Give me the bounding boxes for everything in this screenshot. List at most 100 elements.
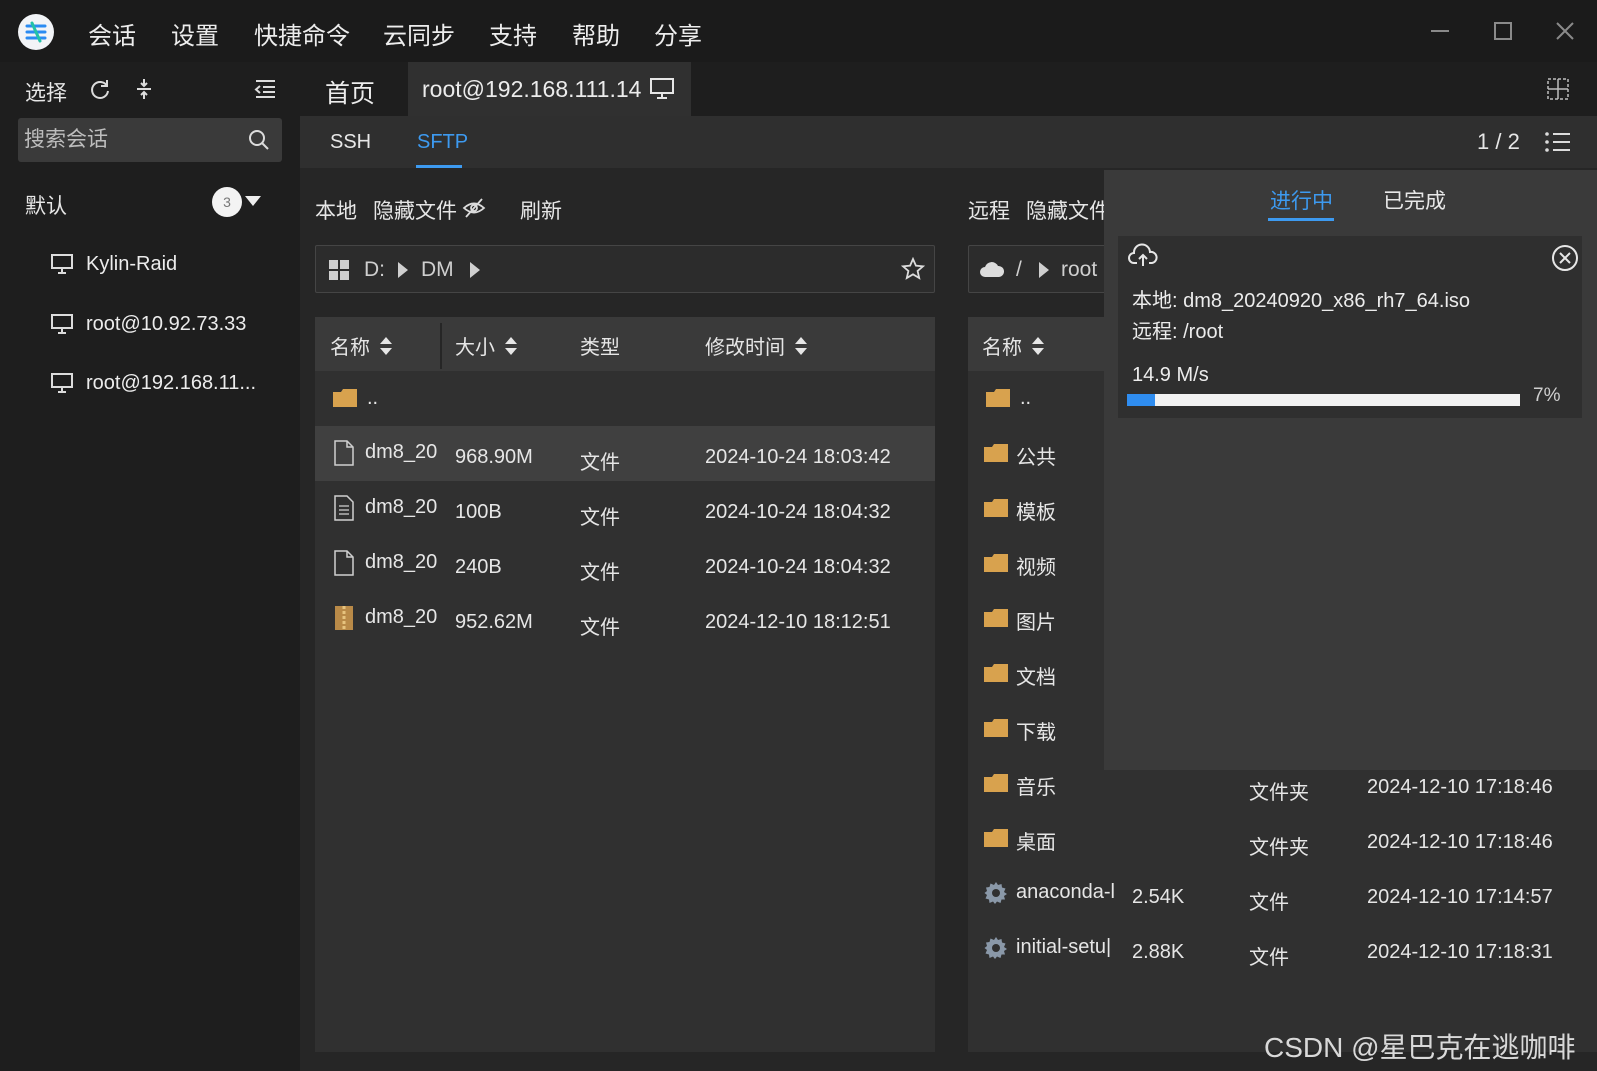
monitor-icon: [50, 372, 74, 394]
transfer-item-card: 本地: dm8_20240920_x86_rh7_64.iso 远程: /roo…: [1118, 236, 1582, 418]
search-session-input[interactable]: [24, 118, 234, 162]
tab-home[interactable]: 首页: [325, 74, 375, 110]
tab-sftp[interactable]: SFTP: [417, 131, 468, 154]
column-label: 修改时间: [705, 337, 785, 359]
file-size: 100B: [455, 501, 502, 523]
star-icon[interactable]: [901, 257, 925, 281]
file-name: dm8_20: [365, 551, 438, 573]
column-header-mtime[interactable]: 修改时间: [705, 331, 809, 360]
local-refresh-button[interactable]: 刷新: [520, 195, 562, 225]
group-count-badge: 3: [212, 187, 242, 217]
sort-icon: [378, 335, 394, 357]
column-header-name[interactable]: 名称: [330, 331, 394, 360]
menu-settings[interactable]: 设置: [171, 16, 219, 51]
page-indicator: 1 / 2: [1477, 129, 1520, 154]
menu-help[interactable]: 帮助: [572, 16, 620, 51]
column-header-name[interactable]: 名称: [982, 331, 1046, 360]
file-icon: [333, 550, 355, 576]
file-size: 2.54K: [1132, 886, 1185, 908]
tab-in-progress[interactable]: 进行中: [1270, 185, 1333, 215]
tab-connection[interactable]: root@192.168.111.14: [408, 62, 691, 116]
path-segment[interactable]: /: [1016, 258, 1022, 282]
table-row[interactable]: dm8_20 240B 文件 2024-10-24 18:04:32: [315, 536, 935, 591]
path-segment[interactable]: D:: [364, 258, 385, 282]
session-item[interactable]: root@192.168.11...: [50, 363, 256, 403]
file-type: 文件夹: [1249, 837, 1309, 859]
menu-cloud-sync[interactable]: 云同步: [383, 16, 455, 51]
folder-icon: [333, 389, 357, 407]
folder-icon: [984, 774, 1008, 792]
group-default-label[interactable]: 默认: [25, 190, 67, 220]
file-name: dm8_20: [365, 496, 438, 518]
file-mtime: 2024-10-24 18:04:32: [705, 501, 891, 523]
file-mtime: 2024-12-10 17:18:46: [1367, 831, 1553, 853]
local-path-bar[interactable]: D: DM: [315, 245, 935, 293]
maximize-icon[interactable]: [1488, 16, 1518, 46]
remote-title: 远程: [968, 200, 1010, 223]
column-label: 名称: [982, 337, 1022, 359]
select-button[interactable]: 选择: [25, 77, 67, 107]
menu-support[interactable]: 支持: [489, 16, 537, 51]
column-header-size[interactable]: 大小: [455, 331, 519, 360]
active-tab-indicator: [416, 165, 462, 168]
split-layout-icon[interactable]: [1545, 76, 1571, 102]
file-size: 952.62M: [455, 611, 533, 633]
transfer-progress-fill: [1127, 394, 1155, 406]
table-row[interactable]: dm8_20 968.90M 文件 2024-10-24 18:03:42: [315, 426, 935, 481]
refresh-icon[interactable]: [88, 77, 112, 101]
tab-ssh[interactable]: SSH: [330, 131, 371, 154]
monitor-icon: [50, 253, 74, 275]
local-hidden-files-toggle[interactable]: 隐藏文件: [373, 195, 457, 225]
file-name: 音乐: [1016, 777, 1056, 799]
local-title: 本地: [315, 200, 357, 223]
table-row[interactable]: initial-setu| 2.88K 文件 2024-12-10 17:18:31: [968, 921, 1597, 976]
list-menu-icon[interactable]: [1544, 130, 1572, 154]
parent-dir-label: ..: [1020, 387, 1032, 409]
menu-session[interactable]: 会话: [88, 16, 136, 51]
windows-icon: [328, 259, 350, 281]
column-header-type[interactable]: 类型: [580, 331, 620, 360]
transfer-percent: 7%: [1533, 385, 1561, 406]
chevron-down-icon[interactable]: [244, 194, 262, 208]
local-file-panel: 名称 大小 类型 修改时间 .. dm8_20 968.90M 文件 2024-…: [315, 317, 935, 1052]
file-name: dm8_20: [365, 441, 438, 463]
table-row[interactable]: dm8_20 100B 文件 2024-10-24 18:04:32: [315, 481, 935, 536]
file-name: 桌面: [1016, 832, 1056, 854]
column-divider[interactable]: [440, 323, 442, 369]
cancel-transfer-icon[interactable]: [1551, 244, 1579, 272]
search-icon[interactable]: [246, 127, 272, 153]
parent-dir-row[interactable]: ..: [315, 371, 935, 426]
file-type: 文件夹: [1249, 782, 1309, 804]
file-mtime: 2024-12-10 17:18:46: [1367, 776, 1553, 798]
close-icon[interactable]: [1550, 16, 1580, 46]
gear-icon: [984, 936, 1008, 960]
file-type: 文件: [1249, 892, 1289, 914]
file-type: 文件: [1249, 947, 1289, 969]
search-session-box: [18, 118, 282, 162]
collapse-sidebar-icon[interactable]: [252, 76, 278, 102]
title-bar: 会话 设置 快捷命令 云同步 支持 帮助 分享: [0, 0, 1597, 62]
file-name: 模板: [1016, 502, 1056, 524]
minimize-icon[interactable]: [1425, 16, 1455, 46]
parent-dir-label: ..: [367, 387, 379, 409]
session-item[interactable]: Kylin-Raid: [50, 244, 177, 284]
menu-shortcuts[interactable]: 快捷命令: [254, 16, 350, 51]
file-name: initial-setu|: [1016, 936, 1112, 958]
table-row[interactable]: dm8_20 952.62M 文件 2024-12-10 18:12:51: [315, 591, 935, 646]
text-file-icon: [333, 495, 355, 521]
session-label: root@10.92.73.33: [86, 312, 247, 335]
collapse-all-icon[interactable]: [132, 77, 156, 101]
table-row[interactable]: 桌面 文件夹 2024-12-10 17:18:46: [968, 811, 1597, 866]
menu-share[interactable]: 分享: [654, 16, 702, 51]
path-segment[interactable]: root: [1061, 258, 1097, 282]
session-item[interactable]: root@10.92.73.33: [50, 304, 246, 344]
eye-off-icon[interactable]: [462, 197, 486, 219]
file-icon: [333, 440, 355, 466]
table-row[interactable]: anaconda-l 2.54K 文件 2024-12-10 17:14:57: [968, 866, 1597, 921]
folder-icon: [984, 444, 1008, 462]
path-segment[interactable]: DM: [421, 258, 454, 282]
tab-completed[interactable]: 已完成: [1383, 185, 1446, 215]
monitor-icon: [649, 77, 675, 101]
column-label: 类型: [580, 337, 620, 359]
remote-hidden-files-toggle[interactable]: 隐藏文件: [1026, 195, 1104, 225]
